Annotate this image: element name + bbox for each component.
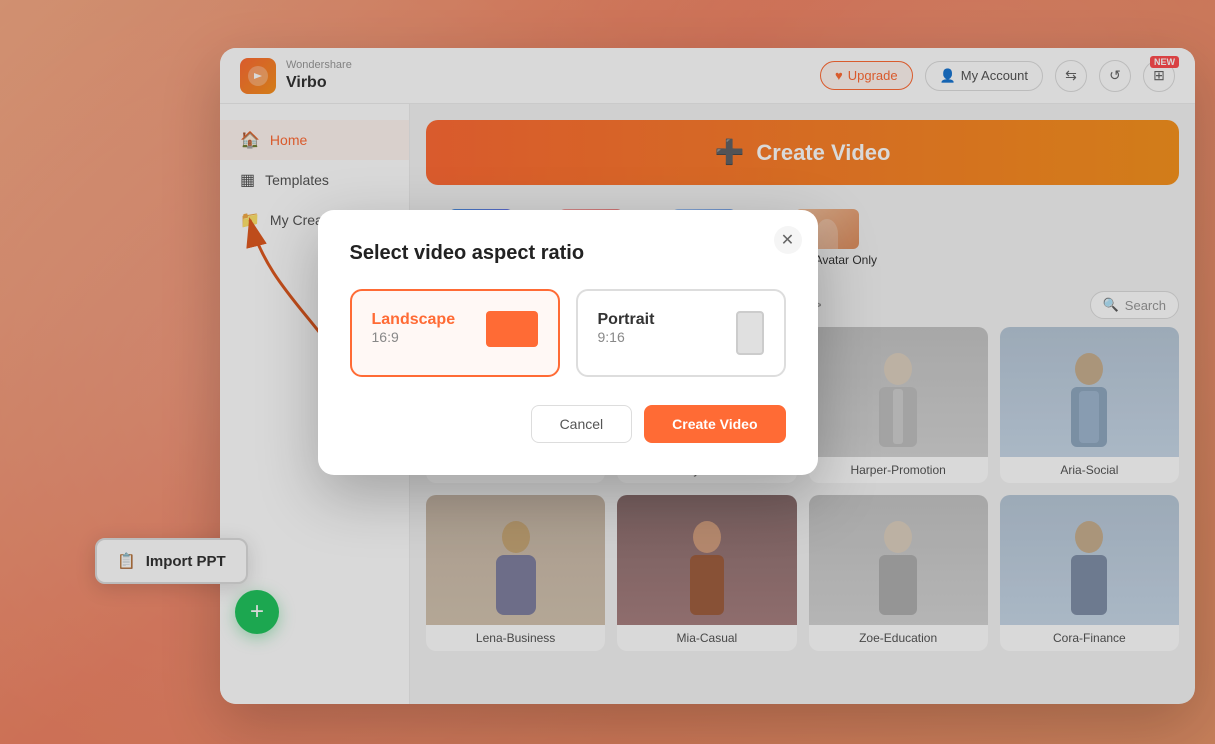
modal-overlay: ✕ Select video aspect ratio Landscape 16…	[0, 0, 1215, 744]
portrait-ratio: 9:16	[598, 329, 655, 345]
portrait-name: Portrait	[598, 311, 655, 329]
ratio-portrait[interactable]: Portrait 9:16	[576, 289, 786, 377]
modal-title: Select video aspect ratio	[350, 242, 786, 265]
landscape-name: Landscape	[372, 311, 456, 329]
modal-create-button[interactable]: Create Video	[644, 405, 785, 443]
modal-cancel-button[interactable]: Cancel	[531, 405, 633, 443]
aspect-ratio-modal: ✕ Select video aspect ratio Landscape 16…	[318, 210, 818, 475]
ratio-options: Landscape 16:9 Portrait 9:16	[350, 289, 786, 377]
ratio-landscape[interactable]: Landscape 16:9	[350, 289, 560, 377]
portrait-icon	[736, 311, 764, 355]
landscape-ratio: 16:9	[372, 329, 456, 345]
modal-actions: Cancel Create Video	[350, 405, 786, 443]
landscape-icon	[486, 311, 538, 347]
modal-close-button[interactable]: ✕	[774, 226, 802, 254]
